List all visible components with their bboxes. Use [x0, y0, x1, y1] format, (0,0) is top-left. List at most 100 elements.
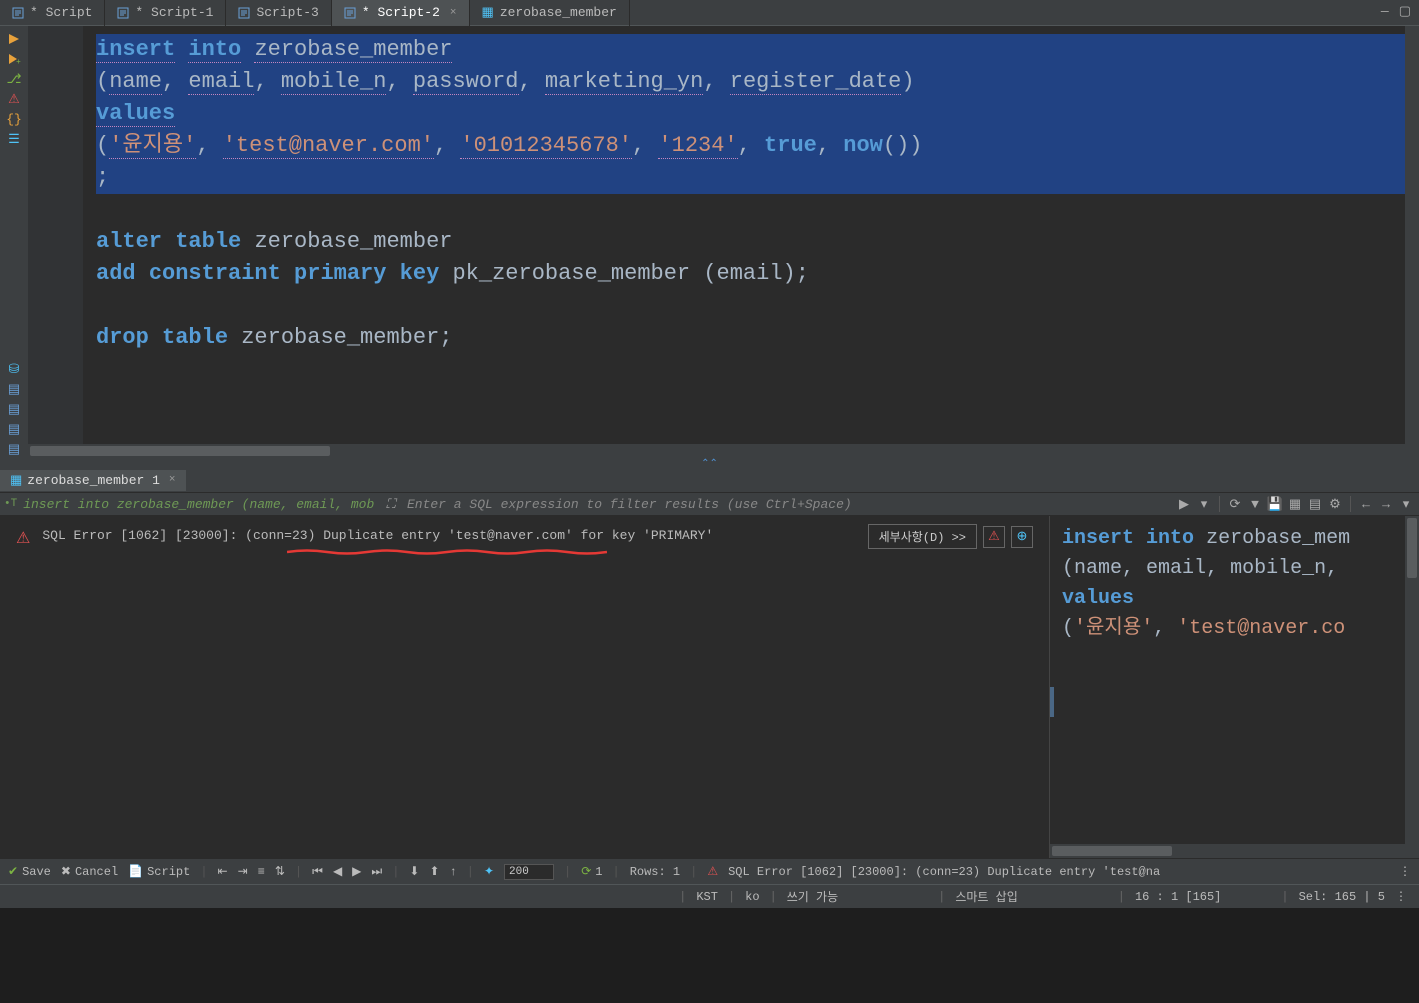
next-icon[interactable]: ▶	[352, 864, 361, 879]
editor-wrap: insert into zerobase_member(name, email,…	[28, 26, 1405, 458]
error-message: SQL Error [1062] [23000]: (conn=23) Dupl…	[42, 528, 713, 543]
action-bar: ✔Save ✖Cancel 📄Script | ⇤ ⇥ ≡ ⇅ | ⏮ ◀ ▶ …	[0, 858, 1419, 884]
export-icon[interactable]: ⬇	[409, 864, 419, 879]
status-bar: |KST |ko |쓰기 가능 |스마트 삽입 |16 : 1 [165] |S…	[0, 884, 1419, 908]
close-icon[interactable]: ×	[169, 474, 176, 486]
status-tz: KST	[696, 890, 718, 904]
status-error-text: SQL Error [1062] [23000]: (conn=23) Dupl…	[728, 865, 1160, 879]
doc4-icon[interactable]: ▤	[5, 440, 23, 458]
status-error-icon: ⚠	[707, 864, 718, 879]
error-panel: ⚠ SQL Error [1062] [23000]: (conn=23) Du…	[0, 516, 1049, 858]
status-position: 16 : 1 [165]	[1135, 890, 1221, 904]
sql-prefix-icon: •T	[4, 498, 17, 510]
view2-icon[interactable]: ▤	[1306, 495, 1324, 513]
menu-icon[interactable]: ⋮	[1399, 864, 1411, 879]
preview-vscroll[interactable]	[1405, 516, 1419, 844]
x-icon: ✖	[61, 864, 71, 879]
sql-editor[interactable]: insert into zerobase_member(name, email,…	[28, 26, 1405, 444]
expand-icon[interactable]: ⛶	[386, 497, 395, 512]
doc3-icon[interactable]: ▤	[5, 420, 23, 438]
panel-resize-handle[interactable]	[1049, 687, 1054, 717]
error-underline	[287, 549, 607, 555]
status-mode: 쓰기 가능	[787, 888, 838, 905]
main-area: + ⎇ ⚠ {} ☰ ⛁ ▤ ▤ ▤ ▤ insert into zerobas…	[0, 26, 1419, 458]
editor-hscroll[interactable]	[28, 444, 1405, 458]
filter-prefix-text: insert into zerobase_member (name, email…	[23, 497, 374, 512]
more-icon[interactable]: ▾	[1397, 495, 1415, 513]
save-action[interactable]: ✔Save	[8, 864, 51, 879]
gutter	[28, 26, 83, 444]
preview-code: insert into zerobase_mem(name, email, mo…	[1062, 524, 1407, 644]
doc1-icon[interactable]: ▤	[5, 380, 23, 398]
results-tab-1[interactable]: ▦ zerobase_member 1 ×	[0, 470, 186, 491]
list-icon[interactable]: ☰	[5, 130, 23, 148]
editor-tab-2[interactable]: Script-3	[226, 0, 331, 26]
settings-icon[interactable]: ⚙	[1326, 495, 1344, 513]
detail-button[interactable]: 세부사항(D) >>	[868, 524, 977, 549]
status-insert: 스마트 삽입	[955, 888, 1017, 905]
sort-icon[interactable]: ⇅	[275, 864, 285, 879]
editor-tab-1[interactable]: * Script-1	[105, 0, 226, 26]
maximize-icon[interactable]: ▢	[1399, 4, 1411, 19]
editor-tabs: * Script* Script-1 Script-3* Script-2×▦z…	[0, 0, 1419, 26]
doc2-icon[interactable]: ▤	[5, 400, 23, 418]
run-plus-icon[interactable]: +	[5, 50, 23, 68]
forward-icon[interactable]: →	[1377, 495, 1395, 513]
run-icon[interactable]	[5, 30, 23, 48]
refresh-action[interactable]: ⟳1	[581, 864, 602, 879]
preview-hscroll[interactable]	[1050, 844, 1419, 858]
db-icon[interactable]: ⛁	[5, 360, 23, 378]
status-lang: ko	[745, 890, 759, 904]
fetch-icon[interactable]: ✦	[484, 864, 494, 879]
filter-buttons: ▶ ▾ ⟳ ▼ 💾 ▦ ▤ ⚙ ← → ▾	[1175, 495, 1415, 513]
page-size-input[interactable]	[504, 864, 554, 880]
save-icon[interactable]: 💾	[1266, 495, 1284, 513]
warning-icon[interactable]: ⚠	[5, 90, 23, 108]
bracket-icon[interactable]: {}	[5, 110, 23, 128]
explain-icon[interactable]: ⎇	[5, 70, 23, 88]
minimize-icon[interactable]: —	[1381, 4, 1389, 19]
refresh-icon[interactable]: ⟳	[1226, 495, 1244, 513]
outdent-icon[interactable]: ⇥	[238, 864, 248, 879]
align-icon[interactable]: ≡	[258, 865, 265, 879]
results-tab-label: zerobase_member 1	[27, 473, 160, 488]
up-icon[interactable]: ↑	[450, 865, 457, 879]
indent-icon[interactable]: ⇤	[218, 864, 228, 879]
bottom-blank	[0, 908, 1419, 1003]
status-menu-icon[interactable]: ⋮	[1395, 889, 1407, 904]
filter-funnel-icon[interactable]: ▼	[1246, 495, 1264, 513]
script-action[interactable]: 📄Script	[128, 864, 190, 879]
error-buttons: 세부사항(D) >> ⚠ ⊕	[868, 524, 1033, 549]
cancel-action[interactable]: ✖Cancel	[61, 864, 118, 879]
filter-display[interactable]: insert into zerobase_member (name, email…	[17, 497, 1175, 512]
window-controls: — ▢	[1381, 4, 1411, 19]
results-body: ⚠ SQL Error [1062] [23000]: (conn=23) Du…	[0, 516, 1419, 858]
back-icon[interactable]: ←	[1357, 495, 1375, 513]
editor-vscroll[interactable]	[1405, 26, 1419, 458]
left-toolbar: + ⎇ ⚠ {} ☰ ⛁ ▤ ▤ ▤ ▤	[0, 26, 28, 458]
prev-icon[interactable]: ◀	[333, 864, 342, 879]
results-tabs: ▦ zerobase_member 1 ×	[0, 468, 1419, 492]
refresh-icon2: ⟳	[581, 864, 591, 879]
view1-icon[interactable]: ▦	[1286, 495, 1304, 513]
editor-tab-0[interactable]: * Script	[0, 0, 105, 26]
first-icon[interactable]: ⏮	[312, 865, 323, 879]
error-warning-icon: ⚠	[16, 528, 30, 548]
status-selection: Sel: 165 | 5	[1299, 890, 1385, 904]
preview-panel: insert into zerobase_mem(name, email, mo…	[1049, 516, 1419, 858]
play-filter-icon[interactable]: ▶	[1175, 495, 1193, 513]
svg-text:+: +	[16, 58, 21, 66]
check-icon: ✔	[8, 864, 18, 879]
table-icon: ▦	[10, 473, 22, 488]
filter-placeholder-text: Enter a SQL expression to filter results…	[407, 497, 852, 512]
error-icon-button[interactable]: ⚠	[983, 526, 1005, 548]
history-icon[interactable]: ▾	[1195, 495, 1213, 513]
import-icon[interactable]: ⬆	[429, 864, 439, 879]
editor-tab-4[interactable]: ▦zerobase_member	[470, 0, 630, 26]
rows-count: Rows: 1	[630, 865, 680, 879]
script-icon: 📄	[128, 864, 143, 879]
editor-tab-3[interactable]: * Script-2×	[332, 0, 470, 26]
last-icon[interactable]: ⏭	[371, 865, 382, 879]
target-icon-button[interactable]: ⊕	[1011, 526, 1033, 548]
split-handle[interactable]: ⌃⌃	[0, 458, 1419, 468]
